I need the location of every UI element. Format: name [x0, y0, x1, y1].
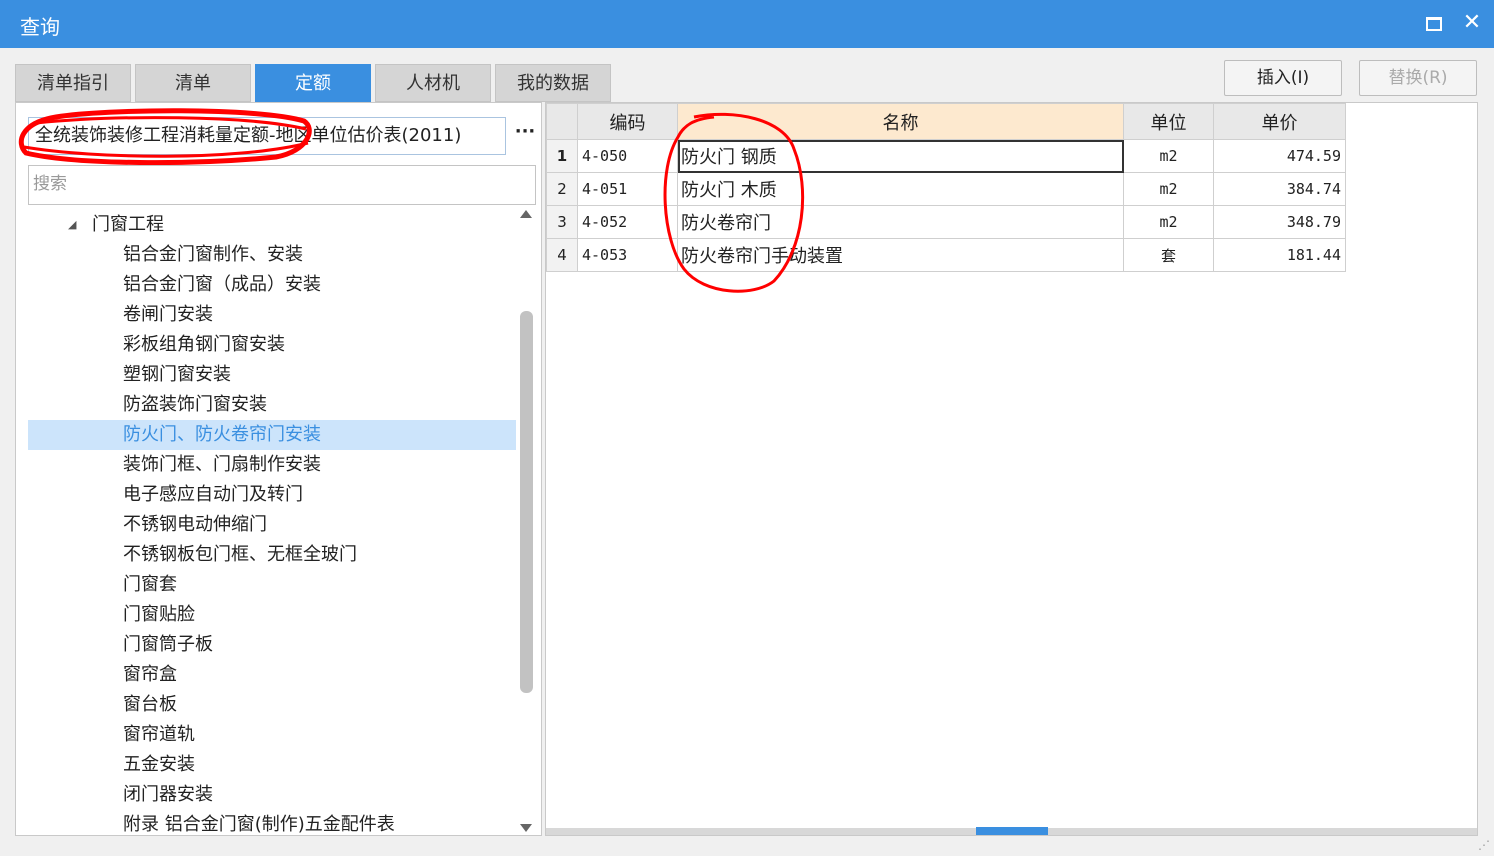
maximize-icon[interactable]	[1420, 10, 1446, 36]
category-tree: ◢ 门窗工程 铝合金门窗制作、安装 铝合金门窗（成品）安装 卷闸门安装 彩板组角…	[28, 209, 516, 833]
tree-item[interactable]: 附录 铝合金门窗(制作)五金配件表	[28, 810, 516, 833]
tree-scrollbar[interactable]	[518, 207, 536, 835]
cell-unit[interactable]: m2	[1123, 139, 1214, 173]
row-number: 4	[546, 238, 578, 272]
tab-quota[interactable]: 定额	[255, 64, 371, 102]
tab-bill-guide[interactable]: 清单指引	[15, 64, 131, 102]
tree-item[interactable]: 门窗筒子板	[28, 630, 516, 660]
tree-item[interactable]: 卷闸门安装	[28, 300, 516, 330]
tree-item[interactable]: 不锈钢电动伸缩门	[28, 510, 516, 540]
tree-item[interactable]: 不锈钢板包门框、无框全玻门	[28, 540, 516, 570]
tree-item[interactable]: 防盗装饰门窗安装	[28, 390, 516, 420]
row-number: 1	[546, 139, 578, 173]
scroll-indicator[interactable]	[976, 827, 1048, 835]
cell-price[interactable]: 474.59	[1213, 139, 1346, 173]
cell-unit[interactable]: 套	[1123, 238, 1214, 272]
tree-item[interactable]: 门窗贴脸	[28, 600, 516, 630]
more-button[interactable]: ···	[508, 117, 542, 155]
row-number: 2	[546, 172, 578, 206]
tab-my-data[interactable]: 我的数据	[495, 64, 611, 102]
tree-item[interactable]: 闭门器安装	[28, 780, 516, 810]
tree-item[interactable]: 五金安装	[28, 750, 516, 780]
scroll-up-arrow-icon[interactable]	[520, 210, 532, 218]
search-input[interactable]	[29, 166, 523, 202]
title-bar: 查询 ✕	[0, 0, 1494, 48]
tree-item[interactable]: 塑钢门窗安装	[28, 360, 516, 390]
tree-item[interactable]: 铝合金门窗制作、安装	[28, 240, 516, 270]
insert-button[interactable]: 插入(I)	[1224, 60, 1342, 96]
quota-grid-panel: 编码 名称 单位 单价 1 4-050 防火门 钢质 m2 474.59 2 4…	[545, 102, 1478, 836]
close-icon[interactable]: ✕	[1459, 10, 1485, 36]
cell-unit[interactable]: m2	[1123, 172, 1214, 206]
red-annotation-mark	[18, 108, 312, 166]
scroll-thumb[interactable]	[520, 311, 533, 693]
column-header-unit[interactable]: 单位	[1123, 103, 1214, 140]
collapse-triangle-icon[interactable]: ◢	[68, 210, 76, 240]
tree-item[interactable]: 铝合金门窗（成品）安装	[28, 270, 516, 300]
cell-unit[interactable]: m2	[1123, 205, 1214, 239]
tree-item[interactable]: 窗帘道轨	[28, 720, 516, 750]
tree-item[interactable]: 门窗套	[28, 570, 516, 600]
window-title: 查询	[20, 15, 60, 39]
cell-price[interactable]: 181.44	[1213, 238, 1346, 272]
row-number: 3	[546, 205, 578, 239]
resize-grip-icon[interactable]: ⋰	[1478, 838, 1490, 852]
cell-price[interactable]: 384.74	[1213, 172, 1346, 206]
tab-labor-material-machine[interactable]: 人材机	[375, 64, 491, 102]
red-annotation-circle	[663, 112, 805, 293]
column-header-price[interactable]: 单价	[1213, 103, 1346, 140]
search-field[interactable]	[28, 165, 536, 205]
quota-tree-panel: 全统装饰装修工程消耗量定额-地区单位估价表(2011) ··· ◢ 门窗工程 铝…	[15, 102, 542, 836]
grid-horizontal-scrollbar[interactable]	[546, 827, 1477, 835]
tree-item[interactable]: 装饰门框、门扇制作安装	[28, 450, 516, 480]
tree-item[interactable]: 窗台板	[28, 690, 516, 720]
tree-item[interactable]: 彩板组角钢门窗安装	[28, 330, 516, 360]
row-number-header	[546, 103, 578, 140]
replace-button[interactable]: 替换(R)	[1359, 60, 1477, 96]
cell-price[interactable]: 348.79	[1213, 205, 1346, 239]
tree-item-selected[interactable]: 防火门、防火卷帘门安装	[28, 420, 516, 450]
tree-item[interactable]: 电子感应自动门及转门	[28, 480, 516, 510]
scroll-down-arrow-icon[interactable]	[520, 824, 532, 832]
tree-item[interactable]: 窗帘盒	[28, 660, 516, 690]
tab-bill[interactable]: 清单	[135, 64, 251, 102]
